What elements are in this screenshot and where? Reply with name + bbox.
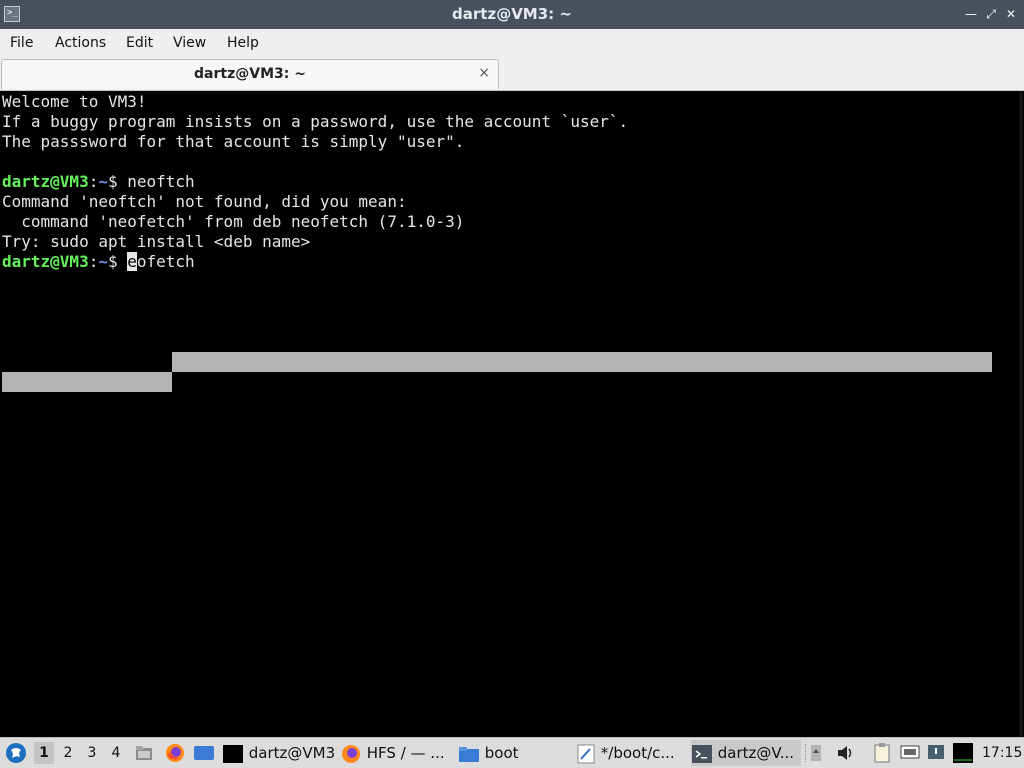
desktop-launcher-icon[interactable] [193,738,215,768]
prompt-separator: : [88,252,99,271]
taskbar: 1 2 3 4 dartz@VM3 HFS / — ... boot */boo… [0,737,1024,768]
menu-help[interactable]: Help [227,29,259,57]
command-text: neoftch [127,172,195,191]
start-menu-icon[interactable] [5,738,27,768]
terminal-icon [223,744,243,763]
menu-edit[interactable]: Edit [126,29,153,57]
terminal-line: The passsword for that account is simply… [2,132,465,151]
workspace-2[interactable]: 2 [58,742,78,764]
firefox-icon [342,744,360,763]
task-file-manager[interactable]: boot [458,740,568,766]
menu-view[interactable]: View [173,29,206,57]
prompt-user: dartz@VM3 [2,252,89,271]
task-label: dartz@V... [717,744,795,762]
terminal-scrollbar[interactable] [1019,91,1023,737]
terminal-output-line: command 'neofetch' from deb neofetch (7.… [2,212,465,231]
task-firefox[interactable]: HFS / — ... [340,740,450,766]
task-text-editor[interactable]: */boot/c... [576,740,686,766]
maximize-button[interactable]: ⤢ [983,6,999,22]
task-label: boot [484,744,519,762]
terminal-icon [692,744,712,763]
volume-icon[interactable] [835,738,855,768]
prompt-separator: : [88,172,99,191]
menu-actions[interactable]: Actions [55,29,106,57]
firefox-launcher-icon[interactable] [164,738,186,768]
command-input-text[interactable]: ofetch [137,252,195,271]
folder-icon [459,746,479,762]
workspace-1[interactable]: 1 [34,742,54,764]
workspace-4[interactable]: 4 [106,742,126,764]
task-overflow-icon[interactable] [809,738,823,768]
terminal-area[interactable]: Welcome to VM3! If a buggy program insis… [0,91,1024,737]
prompt-user: dartz@VM3 [2,172,89,191]
task-terminal[interactable]: dartz@VM3 [222,740,334,766]
menu-file[interactable]: File [10,29,33,57]
tab-label: dartz@VM3: ~ [194,66,306,82]
prompt-sign: $ [107,172,128,191]
window-titlebar: >_ dartz@VM3: ~ — ⤢ ✕ [0,0,1024,29]
clipboard-icon[interactable] [872,738,892,768]
prompt-sign: $ [107,252,128,271]
terminal-prompt-line: dartz@VM3:~$ neoftch [2,172,195,192]
prompt-path: ~ [98,172,108,191]
terminal-line: If a buggy program insists on a password… [2,112,629,131]
workspace-3[interactable]: 3 [82,742,102,764]
prompt-path: ~ [98,252,108,271]
tab-terminal[interactable]: dartz@VM3: ~ × [1,59,499,89]
tab-close-icon[interactable]: × [478,65,490,81]
clock[interactable]: 17:15 [982,738,1022,768]
text-editor-icon [577,744,595,763]
task-label: HFS / — ... [366,744,445,762]
task-label: */boot/c... [600,744,675,762]
menu-bar: File Actions Edit View Help [0,29,1024,57]
tab-bar: dartz@VM3: ~ × [0,57,1024,91]
window-title: dartz@VM3: ~ [452,5,572,23]
rendering-artifact-block [172,352,992,372]
terminal-output-line: Try: sudo apt install <deb name> [2,232,311,251]
file-manager-launcher-icon[interactable] [134,738,154,768]
network-icon[interactable] [899,738,921,768]
minimize-button[interactable]: — [963,6,979,22]
task-label: dartz@VM3 [248,744,334,762]
rendering-artifact-block [2,372,172,392]
task-terminal-active[interactable]: dartz@V... [691,740,801,766]
terminal-line: Welcome to VM3! [2,92,147,111]
system-monitor-icon[interactable] [952,738,974,768]
terminal-output-line: Command 'neoftch' not found, did you mea… [2,192,407,211]
terminal-prompt-line: dartz@VM3:~$ eofetch [2,252,195,272]
close-window-button[interactable]: ✕ [1003,6,1019,22]
update-notifier-icon[interactable] [927,738,945,768]
text-cursor: e [127,252,137,271]
taskbar-separator [805,744,808,762]
